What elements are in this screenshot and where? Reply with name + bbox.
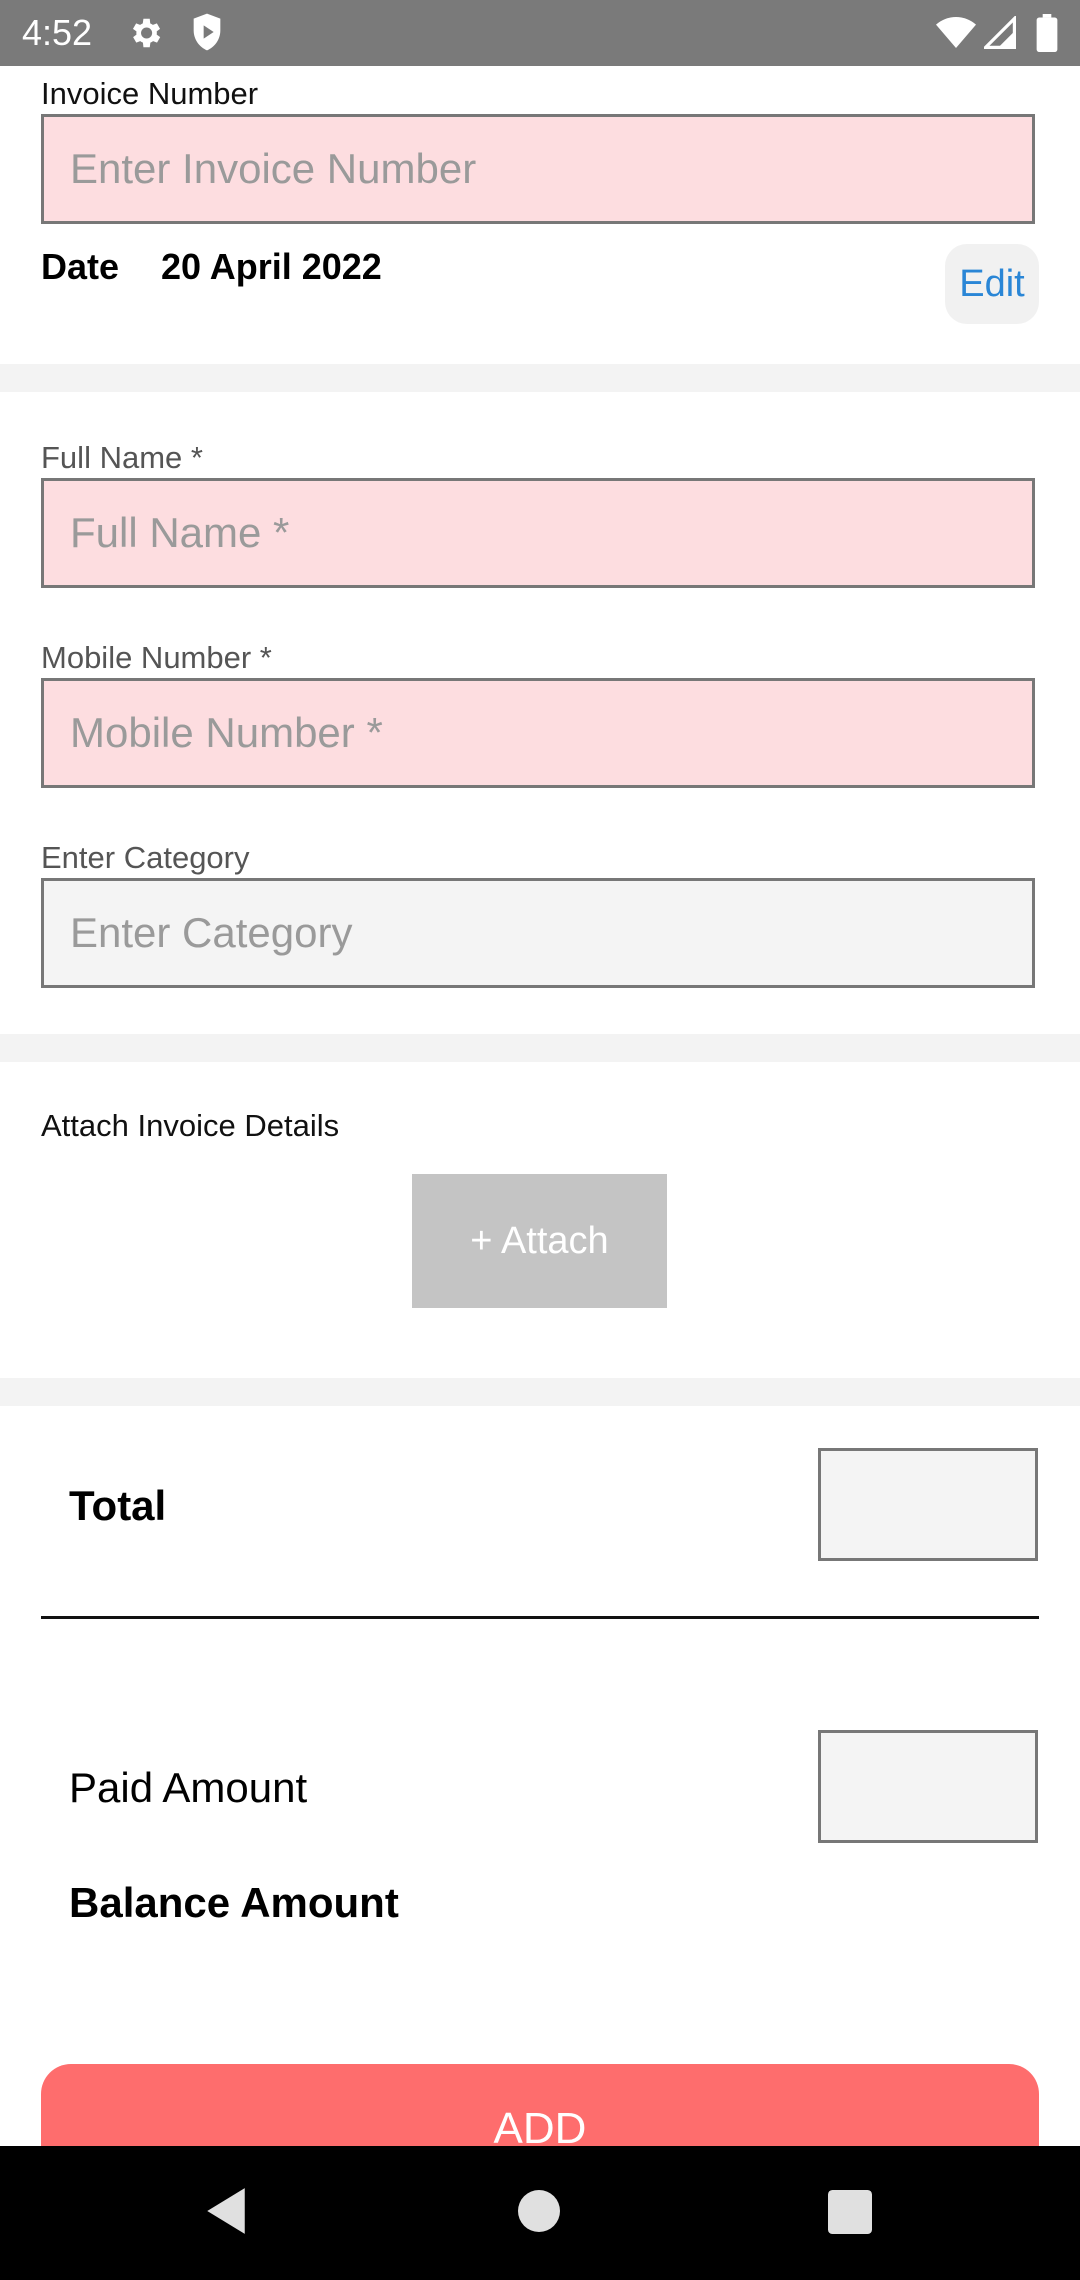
paid-amount-field[interactable] <box>818 1730 1038 1843</box>
invoice-form-screen: 4:52 Invoice Number Date 20 April 2022 E… <box>0 0 1080 2280</box>
total-amount-field[interactable] <box>818 1448 1038 1561</box>
mobile-number-field[interactable] <box>41 678 1035 788</box>
invoice-number-input[interactable] <box>44 117 1032 221</box>
category-label: Enter Category <box>41 840 250 875</box>
paid-amount-input[interactable] <box>821 1733 1035 1840</box>
wifi-icon <box>936 17 976 48</box>
add-button[interactable]: ADD <box>41 2064 1039 2146</box>
form-content[interactable]: Invoice Number Date 20 April 2022 Edit F… <box>0 66 1080 2146</box>
invoice-number-label: Invoice Number <box>41 76 259 111</box>
navigation-bar <box>0 2146 1080 2280</box>
recents-icon[interactable] <box>828 2190 872 2234</box>
home-icon[interactable] <box>518 2190 560 2232</box>
attach-invoice-label: Attach Invoice Details <box>41 1108 340 1143</box>
balance-amount-label: Balance Amount <box>69 1879 399 1926</box>
full-name-field[interactable] <box>41 478 1035 588</box>
full-name-input[interactable] <box>44 481 1032 585</box>
date-label: Date <box>41 246 120 287</box>
status-time: 4:52 <box>22 12 93 53</box>
battery-icon <box>1036 14 1058 52</box>
invoice-number-field[interactable] <box>41 114 1035 224</box>
total-label: Total <box>69 1482 167 1529</box>
date-value: 20 April 2022 <box>161 246 382 287</box>
gear-icon <box>132 18 161 48</box>
shield-icon <box>193 13 221 51</box>
summary-divider <box>41 1616 1039 1619</box>
mobile-number-input[interactable] <box>44 681 1032 785</box>
signal-icon <box>984 16 1016 49</box>
paid-amount-label: Paid Amount <box>69 1764 308 1811</box>
category-field[interactable] <box>41 878 1035 988</box>
edit-date-button[interactable]: Edit <box>945 244 1039 324</box>
section-divider <box>0 364 1080 392</box>
back-icon[interactable] <box>204 2186 248 2236</box>
status-bar: 4:52 <box>0 0 1080 66</box>
section-divider <box>0 1034 1080 1062</box>
mobile-number-label: Mobile Number * <box>41 640 272 675</box>
attach-button[interactable]: + Attach <box>412 1174 667 1308</box>
total-amount-input[interactable] <box>821 1451 1035 1558</box>
section-divider <box>0 1378 1080 1406</box>
category-input[interactable] <box>44 881 1032 985</box>
full-name-label: Full Name * <box>41 440 203 475</box>
